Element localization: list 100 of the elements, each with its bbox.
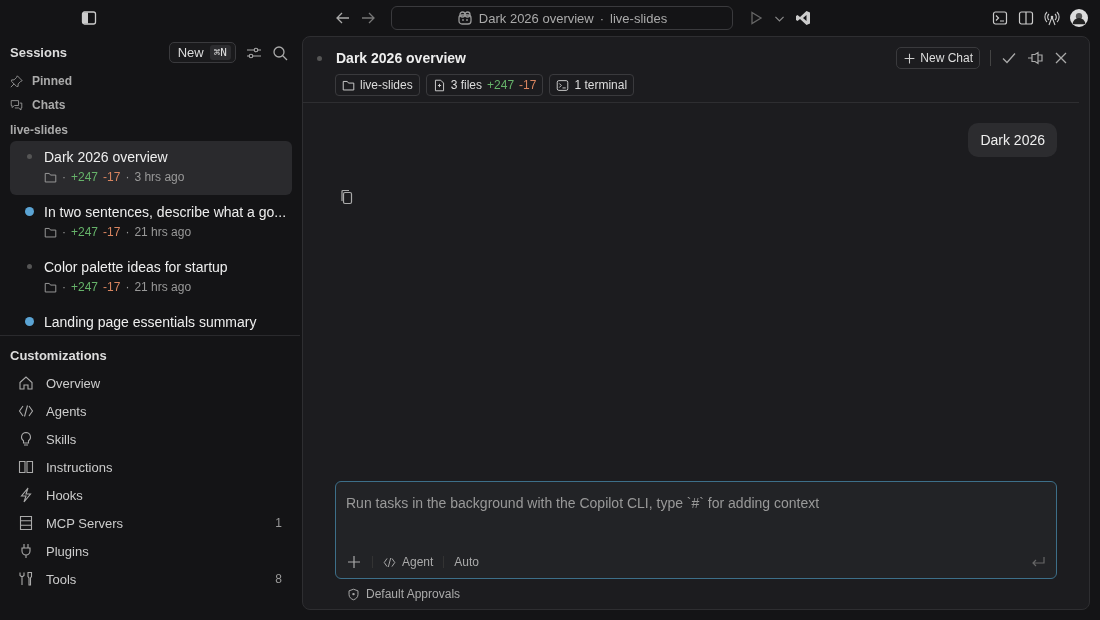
tools-icon bbox=[18, 571, 34, 587]
sessions-heading: Sessions bbox=[10, 45, 69, 60]
lines-removed: -17 bbox=[103, 225, 121, 239]
lines-added: +247 bbox=[71, 280, 99, 294]
session-time: 21 hrs ago bbox=[134, 225, 192, 239]
chip-label: 1 terminal bbox=[574, 78, 628, 92]
customization-label: MCP Servers bbox=[46, 515, 125, 531]
context-chip[interactable]: 3 files +247 -17 bbox=[425, 74, 544, 96]
title-separator: · bbox=[599, 10, 605, 26]
customization-label: Tools bbox=[46, 571, 78, 587]
customizations-heading: Customizations bbox=[10, 348, 108, 363]
code-editor-icon[interactable] bbox=[795, 10, 811, 26]
session-item[interactable]: In two sentences, describe what a go... · +247 -17 · 21 hrs ago bbox=[10, 196, 292, 250]
new-session-button[interactable]: New ⌘N bbox=[168, 42, 236, 63]
customization-label: Hooks bbox=[46, 487, 84, 503]
shield-icon bbox=[347, 587, 360, 601]
home-icon bbox=[18, 375, 34, 391]
section-heading: live-slides bbox=[9, 122, 70, 139]
separator-dot: · bbox=[125, 225, 130, 239]
session-group[interactable]: Chats bbox=[0, 93, 300, 117]
lightning-icon bbox=[18, 487, 34, 503]
session-title: Landing page essentials summary bbox=[44, 314, 257, 330]
lightbulb-icon bbox=[18, 431, 34, 447]
close-icon[interactable] bbox=[1053, 50, 1069, 66]
customization-label: Skills bbox=[46, 431, 78, 447]
sidebar-toggle-icon[interactable] bbox=[81, 10, 97, 26]
search-icon[interactable] bbox=[272, 44, 288, 61]
folder-icon bbox=[44, 225, 57, 239]
lines-removed: -17 bbox=[103, 280, 121, 294]
context-chip[interactable]: live-slides bbox=[335, 74, 420, 96]
customization-label: Plugins bbox=[46, 543, 90, 559]
add-icon[interactable] bbox=[346, 554, 362, 570]
separator-dot: · bbox=[125, 170, 130, 184]
session-title: Dark 2026 overview bbox=[44, 149, 169, 165]
customization-item[interactable]: MCP Servers 1 bbox=[10, 509, 290, 537]
agent-icon bbox=[18, 403, 34, 419]
plug-icon bbox=[18, 543, 34, 559]
lines-added: +247 bbox=[487, 78, 515, 92]
window-title: Dark 2026 overview bbox=[478, 10, 594, 26]
session-group[interactable]: Pinned bbox=[0, 69, 300, 93]
broadcast-icon[interactable] bbox=[1044, 10, 1060, 26]
customization-label: Agents bbox=[46, 403, 88, 419]
shortcut-key: ⌘N bbox=[209, 45, 231, 60]
lines-removed: -17 bbox=[519, 78, 537, 92]
approvals-button[interactable]: Default Approvals bbox=[366, 587, 461, 601]
session-item[interactable]: Color palette ideas for startup · +247 -17 · 21 hrs ago bbox=[10, 251, 292, 305]
customization-item[interactable]: Skills bbox=[10, 425, 290, 453]
customization-label: Overview bbox=[46, 375, 102, 391]
run-icon[interactable] bbox=[748, 10, 764, 26]
message-field[interactable]: Run tasks in the background with the Copilot CLI, type `#` for adding context bbox=[336, 482, 1056, 554]
customization-item[interactable]: Tools 8 bbox=[10, 565, 290, 593]
back-arrow-icon[interactable] bbox=[335, 10, 351, 26]
folder-icon bbox=[44, 280, 57, 294]
plus-icon bbox=[903, 51, 917, 65]
lines-removed: -17 bbox=[103, 170, 121, 184]
terminal-icon bbox=[556, 78, 570, 92]
chip-label: 3 files bbox=[450, 78, 483, 92]
chat-input[interactable]: Run tasks in the background with the Copilot CLI, type `#` for adding context Agent Auto bbox=[335, 481, 1057, 579]
session-time: 21 hrs ago bbox=[134, 280, 192, 294]
session-title: Color palette ideas for startup bbox=[44, 259, 228, 275]
agent-icon bbox=[383, 555, 396, 569]
command-center[interactable]: Dark 2026 overview · live-slides bbox=[391, 6, 733, 30]
folder-icon bbox=[342, 78, 355, 92]
check-icon[interactable] bbox=[1001, 50, 1017, 66]
separator-dot: · bbox=[62, 280, 66, 294]
lines-added: +247 bbox=[71, 225, 99, 239]
avatar[interactable] bbox=[1070, 9, 1088, 27]
copy-icon[interactable] bbox=[339, 189, 355, 205]
customization-item[interactable]: Hooks bbox=[10, 481, 290, 509]
copilot-icon bbox=[456, 10, 473, 26]
separator-dot: · bbox=[62, 225, 66, 239]
separator-dot: · bbox=[125, 280, 130, 294]
status-dot bbox=[317, 55, 322, 61]
workspace-name: live-slides bbox=[610, 10, 668, 26]
session-item[interactable]: Dark 2026 overview · +247 -17 · 3 hrs ago bbox=[10, 141, 292, 195]
customization-item[interactable]: Instructions bbox=[10, 453, 290, 481]
book-icon bbox=[18, 459, 34, 475]
customization-item[interactable]: Agents bbox=[10, 397, 290, 425]
lines-added: +247 bbox=[71, 170, 99, 184]
model-button[interactable]: Auto bbox=[454, 555, 480, 569]
chat-title: Dark 2026 overview bbox=[336, 50, 467, 66]
user-message: Dark 2026 bbox=[968, 123, 1057, 157]
new-chat-button[interactable]: New Chat bbox=[896, 47, 980, 69]
customization-item[interactable]: Overview bbox=[10, 369, 290, 397]
file-icon bbox=[432, 78, 446, 92]
mode-button[interactable]: Agent bbox=[383, 555, 434, 569]
terminal-icon[interactable] bbox=[992, 10, 1008, 26]
customization-label: Instructions bbox=[46, 459, 114, 475]
forward-arrow-icon[interactable] bbox=[360, 10, 376, 26]
context-chip[interactable]: 1 terminal bbox=[549, 74, 635, 96]
separator-dot: · bbox=[62, 170, 66, 184]
session-time: 3 hrs ago bbox=[134, 170, 185, 184]
split-panel-icon[interactable] bbox=[1018, 10, 1034, 26]
chip-label: live-slides bbox=[360, 78, 413, 92]
session-item[interactable]: Landing page essentials summary bbox=[10, 306, 292, 335]
item-count: 8 bbox=[275, 572, 282, 586]
customization-item[interactable]: Plugins bbox=[10, 537, 290, 565]
chat-icon bbox=[10, 98, 23, 112]
server-icon bbox=[18, 515, 34, 531]
item-count: 1 bbox=[275, 516, 282, 530]
